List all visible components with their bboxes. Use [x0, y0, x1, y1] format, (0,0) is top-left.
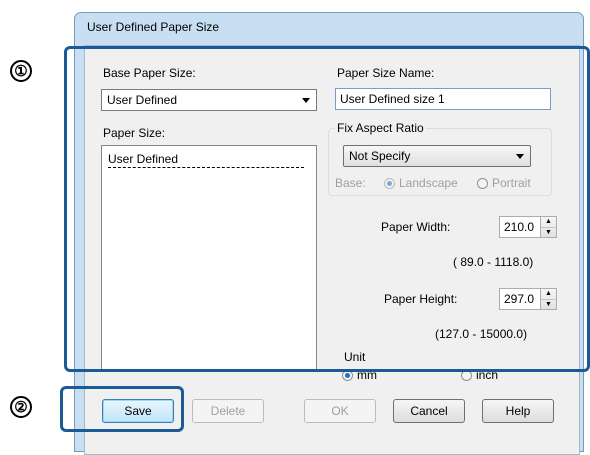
callout-2-highlight-box — [60, 386, 184, 432]
ok-button[interactable]: OK — [304, 399, 376, 423]
callout-1-marker: ① — [10, 60, 32, 82]
delete-button[interactable]: Delete — [192, 399, 264, 423]
callout-2-marker: ② — [10, 396, 32, 418]
cancel-button[interactable]: Cancel — [393, 399, 465, 423]
dialog-titlebar[interactable]: User Defined Paper Size — [75, 13, 583, 41]
help-button[interactable]: Help — [482, 399, 554, 423]
callout-1-highlight-box — [64, 46, 590, 372]
dialog-title: User Defined Paper Size — [87, 20, 220, 34]
